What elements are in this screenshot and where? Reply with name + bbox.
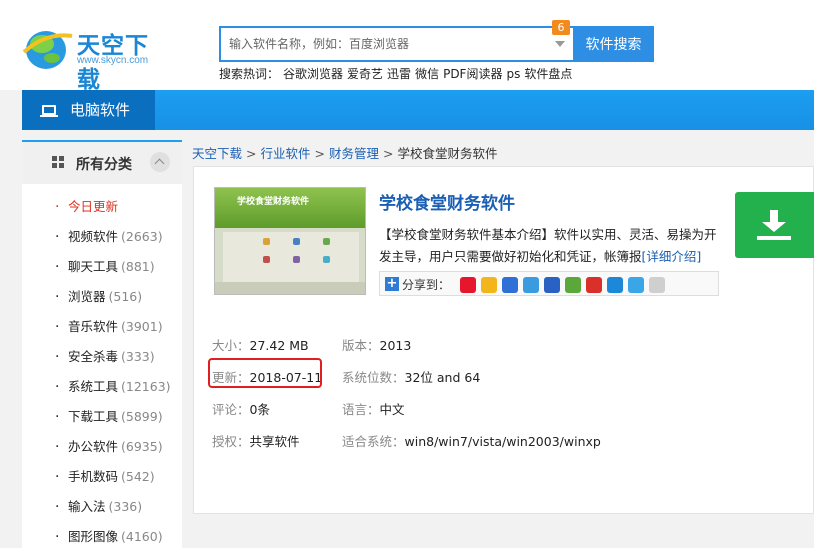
search-count-badge: 6 (552, 20, 570, 35)
site-logo[interactable]: 天空下载 www.skycn.com (22, 22, 172, 93)
hot-words-label: 搜索热词： (219, 67, 280, 81)
hot-word-link[interactable]: 爱奇艺 (347, 67, 383, 81)
hot-word-link[interactable]: ps (506, 67, 520, 81)
info-language: 语言：中文 (342, 402, 405, 417)
sidebar-title: 所有分类 (76, 157, 132, 173)
category-item[interactable]: 手机数码(542) (22, 462, 182, 492)
site-header: 天空下载 www.skycn.com 6 软件搜索 搜索热词：谷歌浏览器爱奇艺迅… (0, 0, 814, 93)
p-icon[interactable] (523, 277, 539, 293)
share-bar: + 分享到： (379, 271, 719, 296)
category-item[interactable]: 办公软件(6935) (22, 432, 182, 462)
nav-tab-label: 电脑软件 (70, 101, 131, 119)
thumb-body (223, 232, 359, 282)
search-button[interactable]: 软件搜索 (573, 26, 654, 62)
hot-words: 搜索热词： 谷歌浏览器 爱奇艺 迅雷 微信 PDF阅读器 ps 软件盘点 (219, 65, 576, 82)
renren-icon[interactable] (544, 277, 560, 293)
qq-icon[interactable] (628, 277, 644, 293)
hot-word-link[interactable]: 迅雷 (387, 67, 411, 81)
chevron-down-icon[interactable] (555, 41, 565, 47)
software-description: 【学校食堂财务软件基本介绍】软件以实用、灵活、易操为开发主导，用户只需要做好初始… (379, 227, 717, 264)
info-bits: 系统位数：32位 and 64 (342, 370, 481, 385)
breadcrumb-link[interactable]: 天空下载 (192, 146, 242, 161)
hot-word-link[interactable]: 谷歌浏览器 (283, 67, 343, 81)
sidebar-header: 所有分类 (22, 142, 182, 184)
download-icon (762, 210, 786, 232)
category-item[interactable]: 浏览器(516) (22, 282, 182, 312)
share-label: 分享到： (402, 278, 451, 292)
info-version: 版本：2013 (342, 338, 412, 353)
qzone-icon[interactable] (481, 277, 497, 293)
main-nav: 电脑软件 (22, 90, 814, 130)
logo-url: www.skycn.com (77, 55, 149, 66)
category-item[interactable]: 图形图像(4160) (22, 522, 182, 548)
thumb-title: 学校食堂财务软件 (237, 197, 310, 207)
tsohu-icon[interactable] (586, 277, 602, 293)
breadcrumb-link[interactable]: 财务管理 (329, 146, 379, 161)
category-item[interactable]: 输入法(336) (22, 492, 182, 522)
thumb-header: 学校食堂财务软件 (215, 188, 365, 228)
baidu-icon[interactable] (502, 277, 518, 293)
kaixin-icon[interactable] (565, 277, 581, 293)
category-item[interactable]: 聊天工具(881) (22, 252, 182, 282)
category-item[interactable]: 视频软件(2663) (22, 222, 182, 252)
info-comments: 评论：0条 (212, 402, 270, 417)
info-license: 授权：共享软件 (212, 434, 300, 449)
comments-link[interactable]: 0条 (250, 402, 270, 417)
info-size: 大小：27.42 MB (212, 338, 309, 353)
computer-icon (40, 105, 58, 117)
thumb-taskbar (215, 282, 365, 294)
software-detail-panel: 学校食堂财务软件 学校食堂财务软件 【学校食堂财务软件基本介绍】软件以实用、灵活… (193, 166, 814, 514)
software-screenshot[interactable]: 学校食堂财务软件 (214, 187, 366, 295)
category-item[interactable]: 音乐软件(3901) (22, 312, 182, 342)
update-date-highlight (208, 358, 322, 388)
category-list: 今日更新 视频软件(2663) 聊天工具(881) 浏览器(516) 音乐软件(… (22, 192, 182, 548)
breadcrumb: 天空下载 > 行业软件 > 财务管理 > 学校食堂财务软件 (192, 146, 498, 161)
category-item[interactable]: 安全杀毒(333) (22, 342, 182, 372)
chevron-up-icon[interactable] (150, 152, 170, 172)
weibo-icon[interactable] (460, 277, 476, 293)
category-item[interactable]: 系统工具(12163) (22, 372, 182, 402)
software-title: 学校食堂财务软件 (379, 194, 515, 214)
globe-logo-icon (22, 31, 73, 69)
breadcrumb-current: 学校食堂财务软件 (397, 146, 498, 161)
category-item[interactable]: 下载工具(5899) (22, 402, 182, 432)
download-button[interactable] (735, 192, 814, 258)
grid-icon (52, 156, 64, 168)
detail-link[interactable]: [详细介绍] (642, 249, 702, 264)
breadcrumb-link[interactable]: 行业软件 (261, 146, 311, 161)
copy-icon[interactable] (649, 277, 665, 293)
category-item-today[interactable]: 今日更新 (22, 192, 182, 222)
info-os: 适合系统：win8/win7/vista/win2003/winxp (342, 434, 601, 449)
plus-icon[interactable]: + (385, 277, 399, 291)
nav-tab-pc-software[interactable]: 电脑软件 (22, 90, 155, 130)
hot-word-link[interactable]: 软件盘点 (524, 67, 572, 81)
search-input[interactable] (229, 37, 549, 51)
search-box (219, 26, 573, 62)
hot-word-link[interactable]: PDF阅读器 (443, 67, 502, 81)
category-sidebar: 所有分类 今日更新 视频软件(2663) 聊天工具(881) 浏览器(516) … (22, 140, 182, 548)
hot-word-link[interactable]: 微信 (415, 67, 439, 81)
tieba-icon[interactable] (607, 277, 623, 293)
